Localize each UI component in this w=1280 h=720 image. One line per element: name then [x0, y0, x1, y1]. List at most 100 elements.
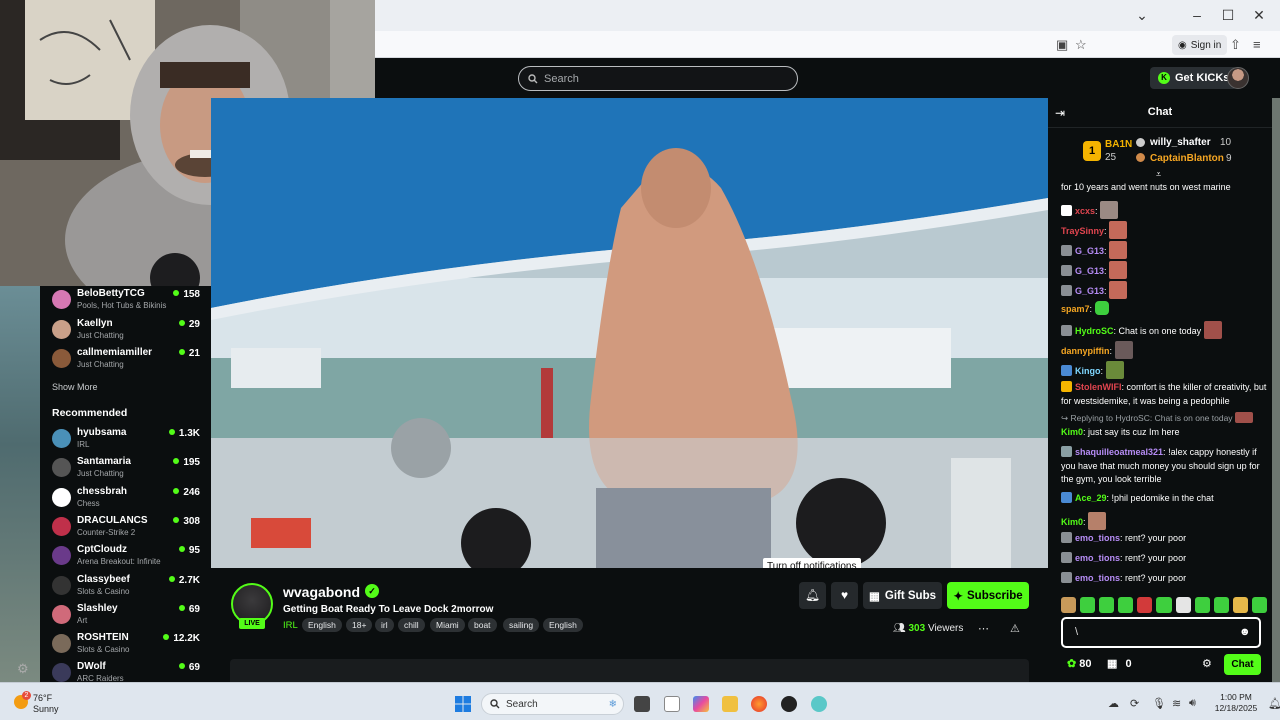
search-input[interactable]: Search [518, 66, 798, 91]
tag[interactable]: Miami [430, 618, 465, 632]
chat-username[interactable]: emo_tions [1075, 553, 1120, 563]
bookmark-star-icon[interactable]: ☆ [1075, 37, 1087, 53]
sign-in-button[interactable]: ◉ Sign in [1172, 35, 1228, 55]
chat-scrollbar[interactable] [1272, 98, 1280, 682]
microphone-icon[interactable]: 🎙︎ [1152, 697, 1166, 710]
chat-username[interactable]: G_G13 [1075, 246, 1104, 256]
share-icon[interactable]: ⋯ [978, 622, 989, 635]
notification-bell-button[interactable]: 🔔︎ [799, 582, 826, 609]
sidebar-item-santamaria[interactable]: Santamaria Just Chatting 195 [52, 454, 202, 482]
subscribe-button[interactable]: ✦ Subscribe [947, 582, 1029, 609]
emote-button[interactable] [1213, 597, 1229, 613]
chat-input[interactable]: \ [1061, 617, 1261, 648]
sidebar-item-draculancs[interactable]: DRACULANCS Counter-Strike 2 308 [52, 513, 202, 541]
gift-subs-button[interactable]: ▦ Gift Subs [863, 582, 942, 609]
gear-icon[interactable]: ⚙ [1202, 657, 1212, 670]
sidebar-item-roshtein[interactable]: ROSHTEIN Slots & Casino 12.2K [52, 630, 202, 658]
minimize-button[interactable]: – [1187, 7, 1207, 23]
emoji-icon[interactable]: ☻ [1239, 626, 1251, 638]
chat-username[interactable]: shaquilleoatmeal321 [1075, 447, 1163, 457]
sidebar-item-dwolf[interactable]: DWolf ARC Raiders 69 [52, 659, 202, 682]
sidebar-item-kaellyn[interactable]: Kaellyn Just Chatting 29 [52, 316, 202, 344]
chat-username[interactable]: emo_tions [1075, 573, 1120, 583]
emote-button[interactable] [1118, 597, 1134, 613]
tag[interactable]: sailing [503, 618, 540, 632]
reply-icon: ↪ [1061, 413, 1069, 423]
weather-widget[interactable]: 76°F Sunny [33, 693, 59, 715]
app-icon[interactable] [781, 696, 797, 712]
chevron-down-icon[interactable]: ⌄ [1132, 7, 1152, 24]
chat-username[interactable]: StolenWIFI [1075, 382, 1122, 392]
video-player[interactable] [211, 98, 1048, 568]
tag[interactable]: English [302, 618, 342, 632]
chat-username[interactable]: spam7 [1061, 304, 1090, 314]
emote-button[interactable] [1175, 597, 1191, 613]
chat-username[interactable]: xcxs [1075, 206, 1095, 216]
tag[interactable]: English [543, 618, 583, 632]
gear-icon[interactable]: ⚙ [17, 661, 29, 677]
sidebar-item-cptcloudz[interactable]: CptCloudz Arena Breakout: Infinite 95 [52, 542, 202, 570]
emote-button[interactable] [1080, 597, 1096, 613]
get-kicks-button[interactable]: K Get KICKs [1150, 67, 1238, 89]
sidebar-item-belobettytcg[interactable]: BeloBettyTCG Pools, Hot Tubs & Bikinis 1… [52, 286, 202, 314]
chat-username[interactable]: Kim0 [1061, 517, 1083, 527]
sidebar-item-hyubsama[interactable]: hyubsama IRL 1.3K [52, 425, 202, 453]
emote-button[interactable] [1156, 597, 1172, 613]
gift-leaderboard[interactable]: 1 BA1N 25 willy_shafter 10 CaptainBlanto… [1048, 131, 1272, 179]
gift-counter[interactable]: ▦ 0 [1107, 657, 1132, 670]
app-icon[interactable] [811, 696, 827, 712]
chat-username[interactable]: Kim0 [1061, 427, 1083, 437]
chat-username[interactable]: dannypiffin [1061, 346, 1110, 356]
clock[interactable]: 1:00 PM 12/18/2025 [1206, 692, 1266, 714]
kick-points[interactable]: ✿ 80 [1067, 657, 1092, 670]
tag[interactable]: chill [398, 618, 425, 632]
show-more-link[interactable]: Show More [52, 382, 98, 392]
wifi-icon[interactable]: ≋ [1172, 697, 1181, 710]
notifications-icon[interactable]: 🔔︎ [1268, 697, 1280, 710]
chat-username[interactable]: Kingo [1075, 366, 1101, 376]
emote-button[interactable] [1194, 597, 1210, 613]
cloud-icon[interactable]: ☁ [1108, 697, 1119, 710]
viewer-count: 158 [173, 289, 200, 300]
emote-button[interactable] [1232, 597, 1248, 613]
emote-button[interactable] [1137, 597, 1153, 613]
channel-name[interactable]: wvagabond [283, 584, 360, 600]
file-explorer-icon[interactable] [722, 696, 738, 712]
send-chat-button[interactable]: Chat [1224, 654, 1261, 675]
sidebar-item-callmemiamiller[interactable]: callmemiamiller Just Chatting 21 [52, 345, 202, 373]
tag[interactable]: 18+ [346, 618, 373, 632]
close-button[interactable]: ✕ [1249, 7, 1269, 24]
tag[interactable]: irl [375, 618, 394, 632]
reader-view-icon[interactable]: ▣ [1056, 37, 1068, 53]
tag[interactable]: boat [468, 618, 497, 632]
notepad-icon[interactable] [664, 696, 680, 712]
chat-username[interactable]: TraySinny [1061, 226, 1104, 236]
extensions-icon[interactable]: ⇧ [1230, 37, 1241, 53]
sync-icon[interactable]: ⟳ [1130, 697, 1139, 710]
chat-username[interactable]: Ace_29 [1075, 493, 1107, 503]
maximize-button[interactable]: ☐ [1218, 7, 1238, 24]
chat-username[interactable]: G_G13 [1075, 266, 1104, 276]
volume-icon[interactable]: 🔊︎ [1189, 697, 1196, 710]
emote-button[interactable] [1251, 597, 1268, 613]
chat-username[interactable]: emo_tions [1075, 533, 1120, 543]
sidebar-item-chessbrah[interactable]: chessbrah Chess 246 [52, 484, 202, 512]
firefox-icon[interactable] [751, 696, 767, 712]
task-view-icon[interactable] [634, 696, 650, 712]
follow-button[interactable]: ♥ [831, 582, 858, 609]
category-link[interactable]: IRL [283, 620, 298, 631]
emote-button[interactable] [1061, 597, 1077, 613]
chat-username[interactable]: G_G13 [1075, 286, 1104, 296]
report-icon[interactable]: ⚠ [1010, 622, 1020, 635]
chat-username[interactable]: HydroSC [1075, 326, 1114, 336]
windows-start-icon[interactable] [455, 696, 471, 712]
emote-button[interactable] [1099, 597, 1115, 613]
user-avatar[interactable] [1227, 67, 1249, 89]
taskbar-search[interactable]: Search ❄ [481, 693, 624, 715]
reply-context[interactable]: ↪ Replying to HydroSC: Chat is on one to… [1061, 412, 1267, 426]
sidebar-item-classybeef[interactable]: Classybeef Slots & Casino 2.7K [52, 572, 202, 600]
expand-leaderboard-icon[interactable]: ⩡ [1156, 169, 1161, 180]
sidebar-item-slashley[interactable]: Slashley Art 69 [52, 601, 202, 629]
menu-icon[interactable]: ≡ [1253, 37, 1261, 52]
copilot-icon[interactable] [693, 696, 709, 712]
